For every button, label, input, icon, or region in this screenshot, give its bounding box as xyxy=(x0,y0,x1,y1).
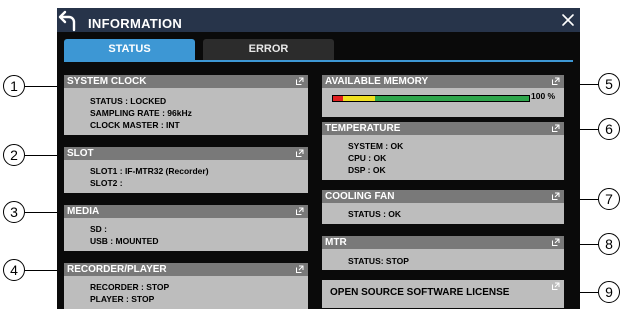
panel-system-clock-body: STATUS : LOCKED SAMPLING RATE : 96kHz CL… xyxy=(90,95,192,131)
panel-recorder-player-body: RECORDER : STOP PLAYER : STOP xyxy=(90,281,169,305)
system-clock-sampling-rate: SAMPLING RATE : 96kHz xyxy=(90,108,192,118)
popup-link-icon xyxy=(296,265,304,273)
panel-media-title: MEDIA xyxy=(64,205,308,218)
callout-8: 8 xyxy=(598,233,620,255)
title-bar: INFORMATION xyxy=(57,8,580,32)
tab-underline xyxy=(64,60,573,62)
popup-link-icon xyxy=(296,207,304,215)
panel-available-memory[interactable]: AVAILABLE MEMORY 100 % xyxy=(322,75,564,117)
cooling-fan-status: STATUS : OK xyxy=(348,209,402,219)
panel-slot-title: SLOT xyxy=(64,147,308,160)
back-arrow-icon xyxy=(58,10,76,32)
callout-1: 1 xyxy=(3,75,25,97)
panel-slot[interactable]: SLOT SLOT1 : IF-MTR32 (Recorder) SLOT2 : xyxy=(64,147,308,193)
media-usb-value: USB : MOUNTED xyxy=(90,236,159,246)
system-clock-master: CLOCK MASTER : INT xyxy=(90,120,180,130)
slot1-value: SLOT1 : IF-MTR32 (Recorder) xyxy=(90,166,209,176)
panel-recorder-player-title: RECORDER/PLAYER xyxy=(64,263,308,276)
panel-media[interactable]: MEDIA SD : USB : MOUNTED xyxy=(64,205,308,251)
recorder-status: RECORDER : STOP xyxy=(90,282,170,292)
panel-media-body: SD : USB : MOUNTED xyxy=(90,223,158,247)
temperature-cpu: CPU : OK xyxy=(348,153,387,163)
memory-percent: 100 % xyxy=(531,91,556,101)
callout-7: 7 xyxy=(598,188,620,210)
callout-3: 3 xyxy=(3,201,25,223)
callout-5: 5 xyxy=(598,73,620,95)
temperature-dsp: DSP : OK xyxy=(348,165,386,175)
popup-link-icon xyxy=(552,238,560,246)
open-source-license-label: OPEN SOURCE SOFTWARE LICENSE xyxy=(330,287,510,298)
slot2-value: SLOT2 : xyxy=(90,178,123,188)
close-x-icon xyxy=(562,14,574,26)
system-clock-status: STATUS : LOCKED xyxy=(90,96,167,106)
memory-level-meter xyxy=(332,95,530,102)
panel-cooling-fan-title: COOLING FAN xyxy=(322,190,564,203)
memory-meter-yellow-segment xyxy=(343,96,375,101)
panel-mtr-body: STATUS: STOP xyxy=(348,255,409,267)
panel-cooling-fan-body: STATUS : OK xyxy=(348,208,401,220)
panel-mtr-title: MTR xyxy=(322,236,564,249)
tab-status[interactable]: STATUS xyxy=(64,39,195,60)
temperature-system: SYSTEM : OK xyxy=(348,141,404,151)
panel-temperature[interactable]: TEMPERATURE SYSTEM : OK CPU : OK DSP : O… xyxy=(322,122,564,180)
callout-6: 6 xyxy=(598,118,620,140)
popup-link-icon xyxy=(552,192,560,200)
panel-recorder-player[interactable]: RECORDER/PLAYER RECORDER : STOP PLAYER :… xyxy=(64,263,308,309)
popup-link-icon xyxy=(552,77,560,85)
media-sd-value: SD : xyxy=(90,224,107,234)
panel-cooling-fan[interactable]: COOLING FAN STATUS : OK xyxy=(322,190,564,224)
popup-link-icon xyxy=(552,124,560,132)
mtr-status: STATUS: STOP xyxy=(348,256,409,266)
window-title: INFORMATION xyxy=(88,16,183,31)
tab-error[interactable]: ERROR xyxy=(203,39,334,60)
player-status: PLAYER : STOP xyxy=(90,294,155,304)
panel-open-source-license[interactable]: OPEN SOURCE SOFTWARE LICENSE xyxy=(322,280,564,308)
panel-temperature-title: TEMPERATURE xyxy=(322,122,564,135)
panel-slot-body: SLOT1 : IF-MTR32 (Recorder) SLOT2 : xyxy=(90,165,209,189)
panel-temperature-body: SYSTEM : OK CPU : OK DSP : OK xyxy=(348,140,403,176)
callout-2: 2 xyxy=(3,144,25,166)
popup-link-icon xyxy=(552,282,560,290)
callout-9: 9 xyxy=(598,281,620,303)
callout-4: 4 xyxy=(3,259,25,281)
close-button[interactable] xyxy=(556,8,580,32)
panel-system-clock[interactable]: SYSTEM CLOCK STATUS : LOCKED SAMPLING RA… xyxy=(64,75,308,135)
back-button[interactable] xyxy=(57,8,81,32)
popup-link-icon xyxy=(296,149,304,157)
panel-system-clock-title: SYSTEM CLOCK xyxy=(64,75,308,88)
panel-mtr[interactable]: MTR STATUS: STOP xyxy=(322,236,564,270)
memory-meter-red-segment xyxy=(333,96,343,101)
information-screen: INFORMATION STATUS ERROR SYSTEM CLOCK ST… xyxy=(57,8,580,309)
panel-available-memory-title: AVAILABLE MEMORY xyxy=(322,75,564,88)
popup-link-icon xyxy=(296,77,304,85)
